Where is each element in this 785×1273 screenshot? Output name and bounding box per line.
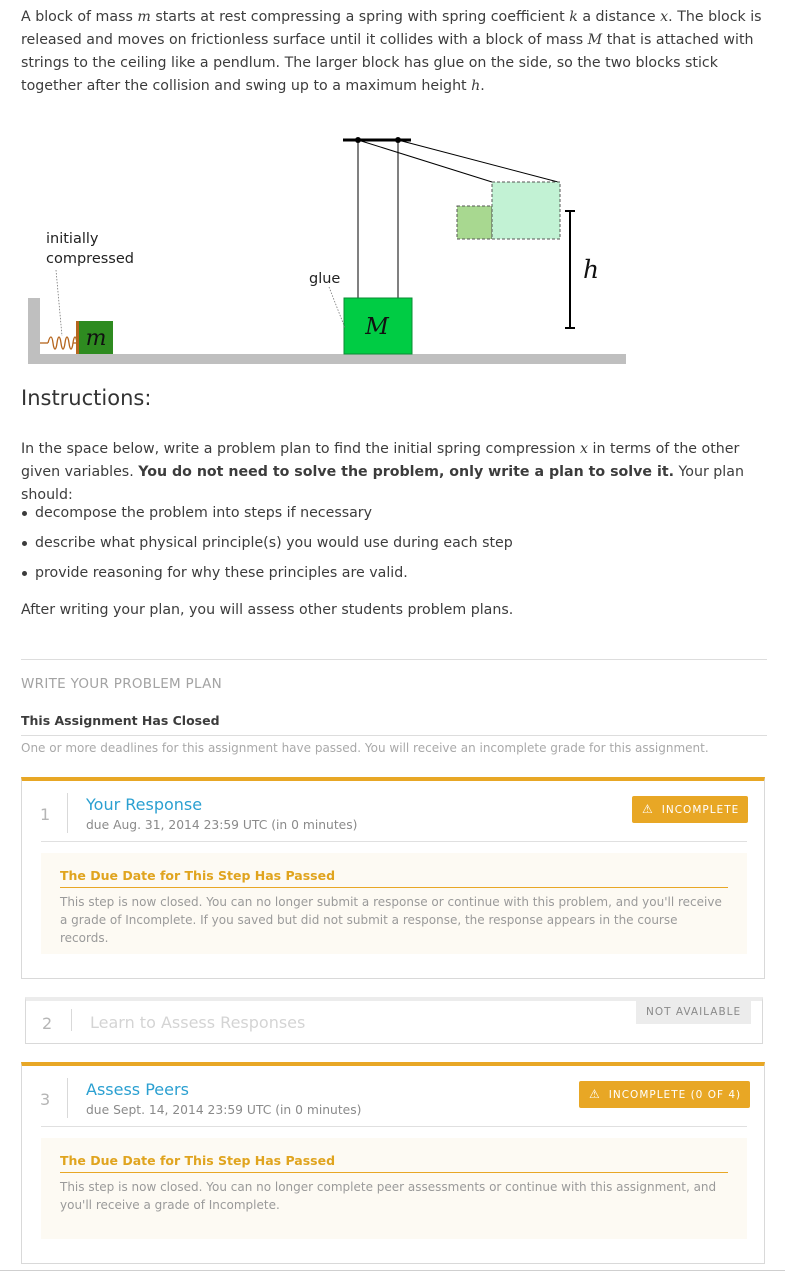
var-h: h: [471, 78, 481, 94]
instructions-list: decompose the problem into steps if nece…: [22, 501, 513, 591]
step-separator: [67, 793, 68, 833]
closed-title: This Assignment Has Closed: [21, 713, 220, 728]
step-separator: [67, 1078, 68, 1118]
closed-description: One or more deadlines for this assignmen…: [21, 741, 709, 755]
step-number: 2: [42, 1014, 53, 1033]
height-label: h: [583, 255, 599, 284]
problem-text: A block of mass: [21, 9, 138, 25]
step-title-learn-to-assess: Learn to Assess Responses: [90, 1013, 306, 1032]
deadline-notice: The Due Date for This Step Has Passed Th…: [41, 1138, 747, 1239]
step-assess-peers: 3 Assess Peers due Sept. 14, 2014 23:59 …: [21, 1062, 765, 1264]
var-m: m: [137, 9, 151, 25]
instructions-text: In the space below, write a problem plan…: [21, 441, 580, 457]
step-learn-to-assess: 2 Learn to Assess Responses NOT AVAILABL…: [25, 997, 763, 1044]
step-number: 3: [40, 1090, 51, 1109]
instructions-emphasis: You do not need to solve the problem, on…: [138, 464, 674, 480]
swing-small-block: [456, 205, 493, 240]
notice-title: The Due Date for This Step Has Passed: [60, 868, 728, 888]
var-k: k: [569, 9, 578, 25]
problem-statement: A block of mass m starts at rest compres…: [21, 6, 766, 98]
step-title-your-response[interactable]: Your Response: [86, 795, 202, 814]
big-block-label: M: [364, 314, 390, 340]
status-badge: NOT AVAILABLE: [636, 1001, 752, 1024]
compressed-label: compressed: [46, 251, 134, 267]
instructions-body: In the space below, write a problem plan…: [21, 438, 766, 507]
status-badge-label: INCOMPLETE: [661, 804, 740, 816]
var-x: x: [580, 441, 589, 457]
step-separator: [71, 1009, 72, 1031]
initially-label: initially: [46, 231, 99, 247]
problem-text: starts at rest compressing a spring with…: [150, 9, 570, 25]
floor: [28, 354, 626, 364]
step-divider: [41, 1126, 747, 1127]
step-divider: [41, 841, 747, 842]
glue-label: glue: [309, 271, 340, 287]
problem-text: a distance: [577, 9, 661, 25]
swing-big-block: [491, 181, 561, 240]
warning-icon: ⚠: [642, 802, 654, 816]
pointer-line: [55, 269, 63, 337]
step-due-date: due Sept. 14, 2014 23:59 UTC (in 0 minut…: [86, 1103, 362, 1117]
deadline-notice: The Due Date for This Step Has Passed Th…: [41, 853, 747, 954]
status-badge: ⚠ INCOMPLETE (0 OF 4): [579, 1081, 751, 1108]
instructions-heading: Instructions:: [21, 386, 152, 410]
list-item: describe what physical principle(s) you …: [22, 531, 513, 561]
after-text: After writing your plan, you will assess…: [21, 602, 514, 618]
small-block-label: m: [86, 326, 107, 351]
wall: [28, 298, 40, 364]
bottom-divider: [0, 1270, 785, 1271]
status-badge-label: INCOMPLETE (0 OF 4): [608, 1089, 742, 1101]
problem-text: .: [480, 78, 485, 94]
swing-string-right: [397, 139, 559, 183]
list-item: provide reasoning for why these principl…: [22, 561, 513, 591]
divider: [21, 659, 767, 660]
physics-diagram: m initially compressed M glue h: [28, 137, 626, 364]
section-title: WRITE YOUR PROBLEM PLAN: [21, 676, 223, 692]
notice-text: This step is now closed. You can no long…: [60, 895, 722, 945]
var-x: x: [660, 9, 669, 25]
status-badge: ⚠ INCOMPLETE: [632, 796, 749, 823]
swing-string-left: [357, 139, 493, 183]
glue-pointer-line: [328, 286, 346, 329]
step-number: 1: [40, 805, 51, 824]
notice-title: The Due Date for This Step Has Passed: [60, 1153, 728, 1173]
notice-text: This step is now closed. You can no long…: [60, 1180, 717, 1212]
step-due-date: due Aug. 31, 2014 23:59 UTC (in 0 minute…: [86, 818, 358, 832]
step-title-assess-peers[interactable]: Assess Peers: [86, 1080, 189, 1099]
step-your-response: 1 Your Response due Aug. 31, 2014 23:59 …: [21, 777, 765, 979]
spring-plate: [76, 321, 79, 354]
list-item: decompose the problem into steps if nece…: [22, 501, 513, 531]
spring-icon: [40, 336, 78, 350]
divider: [21, 735, 767, 736]
warning-icon: ⚠: [589, 1087, 601, 1101]
var-M: M: [587, 32, 603, 48]
